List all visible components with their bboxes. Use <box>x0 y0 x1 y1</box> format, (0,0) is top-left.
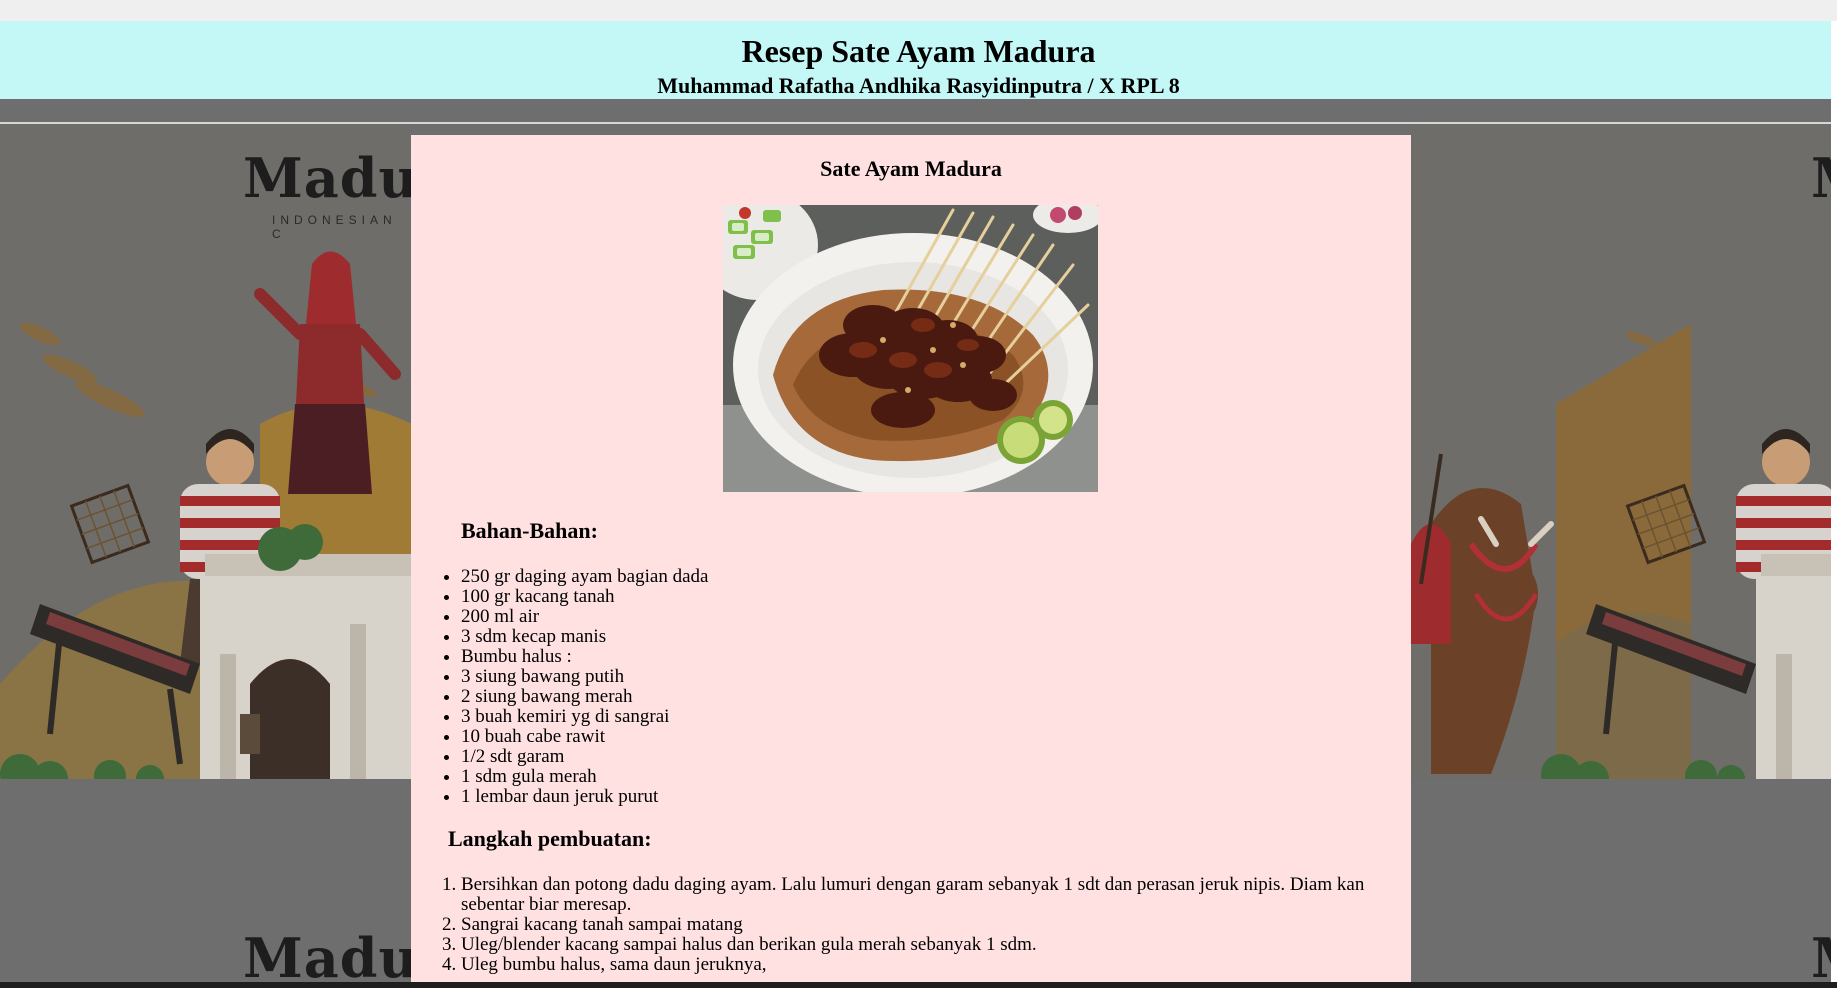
steps-heading: Langkah pembuatan: <box>448 826 652 851</box>
ingredients-list: 250 gr daging ayam bagian dada 100 gr ka… <box>411 567 708 807</box>
step-item: Uleg/blender kacang sampai halus dan ber… <box>461 935 1391 955</box>
ingredients-heading: Bahan-Bahan: <box>461 518 598 543</box>
ingredient-item: 1 sdm gula merah <box>461 767 708 787</box>
ingredient-item: 3 buah kemiri yg di sangrai <box>461 707 708 727</box>
background-illustration-lower-right: M <box>1411 900 1837 988</box>
page-title: Resep Sate Ayam Madura <box>741 33 1096 69</box>
madura-illustration-right <box>1411 124 1837 779</box>
window-edge <box>1831 21 1837 988</box>
author-line: Muhammad Rafatha Andhika Rasyidinputra /… <box>657 73 1180 98</box>
page-header: Resep Sate Ayam Madura Muhammad Rafatha … <box>0 21 1837 99</box>
step-item: Bersihkan dan potong dadu daging ayam. L… <box>461 875 1391 915</box>
ingredient-item: 1/2 sdt garam <box>461 747 708 767</box>
ingredient-item: 100 gr kacang tanah <box>461 587 708 607</box>
ingredient-item: 250 gr daging ayam bagian dada <box>461 567 708 587</box>
recipe-title: Sate Ayam Madura <box>820 156 1002 181</box>
ingredient-item: 1 lembar daun jeruk purut <box>461 787 708 807</box>
horizontal-rule <box>0 122 1837 124</box>
madura-logo-text: Madura <box>243 146 412 210</box>
madura-logo-subtitle: INDONESIAN C <box>272 213 397 241</box>
background-illustration-right: M <box>1411 124 1837 779</box>
ingredient-item: Bumbu halus : <box>461 647 708 667</box>
ingredient-item: 10 buah cabe rawit <box>461 727 708 747</box>
browser-top-strip <box>0 0 1837 21</box>
ingredient-item: 3 siung bawang putih <box>461 667 708 687</box>
recipe-card: Sate Ayam Madura Bahan-Bahan: • 250 gr d… <box>411 135 1411 988</box>
madura-logo-text-lower: Madura <box>243 926 412 988</box>
ingredient-item: 2 siung bawang merah <box>461 687 708 707</box>
background-illustration-lower-left: Madura <box>0 900 412 988</box>
step-item: Sangrai kacang tanah sampai matang <box>461 915 1391 935</box>
background-illustration-left: Madura INDONESIAN C <box>0 124 412 779</box>
bottom-edge-bar <box>0 982 1837 988</box>
ingredient-item: 200 ml air <box>461 607 708 627</box>
steps-list: Bersihkan dan potong dadu daging ayam. L… <box>411 875 1391 975</box>
step-item: Uleg bumbu halus, sama daun jeruknya, <box>461 955 1391 975</box>
ingredient-item: 3 sdm kecap manis <box>461 627 708 647</box>
sate-ayam-photo <box>723 205 1098 492</box>
